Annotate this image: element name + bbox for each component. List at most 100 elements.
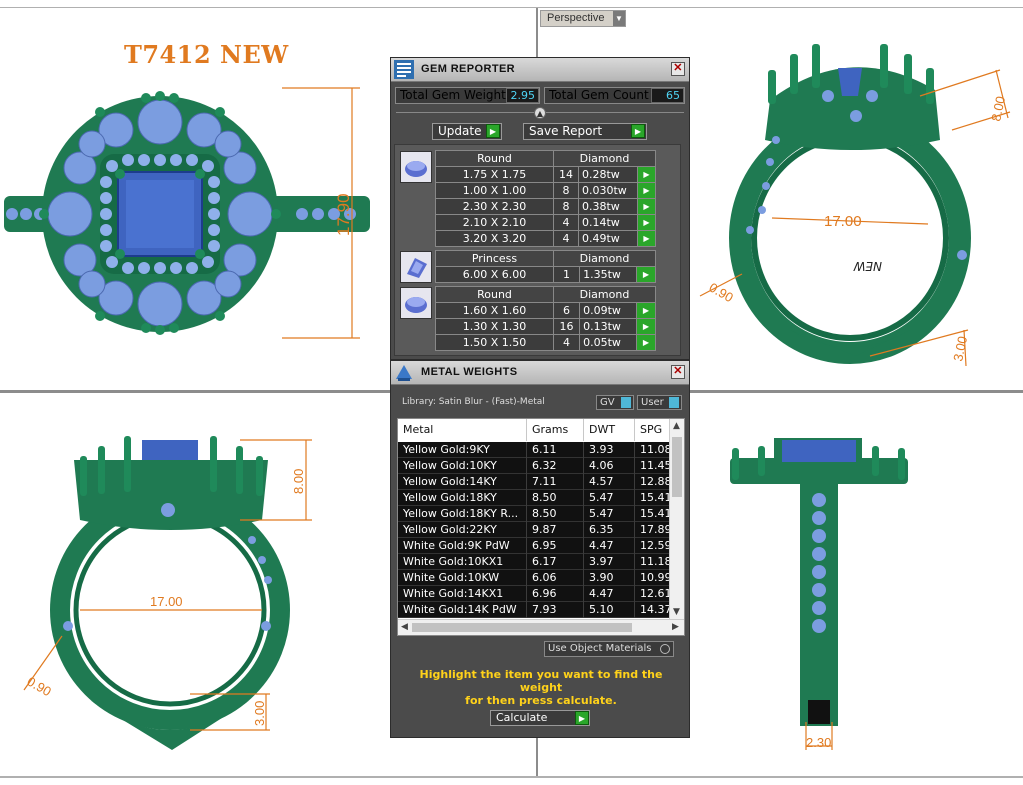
scroll-thumb[interactable] xyxy=(412,623,632,632)
play-icon[interactable]: ▶ xyxy=(636,214,657,231)
table-row[interactable]: Yellow Gold:18KY 8.50 5.47 15.41 xyxy=(398,490,670,506)
gem-count: 14 xyxy=(553,166,579,183)
use-object-materials-toggle[interactable]: Use Object Materials xyxy=(544,641,674,657)
play-icon[interactable]: ▶ xyxy=(636,334,656,351)
table-row[interactable]: Yellow Gold:10KY 6.32 4.06 11.45 xyxy=(398,458,670,474)
table-row[interactable]: Yellow Gold:18KY R... 8.50 5.47 15.41 xyxy=(398,506,670,522)
table-row[interactable]: Yellow Gold:22KY 9.87 6.35 17.89 xyxy=(398,522,670,538)
gem-weight: 0.28tw xyxy=(577,166,638,183)
calculate-button-label: Calculate xyxy=(496,711,548,724)
metal-weights-titlebar[interactable]: METAL WEIGHTS ✕ xyxy=(391,361,689,385)
table-row[interactable]: White Gold:14KX1 6.96 4.47 12.61 xyxy=(398,586,670,602)
gem-size: 1.75 X 1.75 xyxy=(435,166,554,183)
col-dwt[interactable]: DWT xyxy=(589,423,615,436)
play-icon[interactable]: ▶ xyxy=(575,711,589,725)
play-icon[interactable]: ▶ xyxy=(636,230,657,247)
gem-row[interactable]: 3.20 X 3.20 4 0.49tw ▶ xyxy=(435,230,657,247)
gem-group-1-shape: Round xyxy=(435,150,554,167)
col-metal[interactable]: Metal xyxy=(403,423,433,436)
gem-weight: 0.09tw xyxy=(579,302,637,319)
play-icon[interactable]: ▶ xyxy=(636,182,657,199)
play-icon[interactable]: ▶ xyxy=(636,318,656,335)
table-row[interactable]: White Gold:14K PdW 7.93 5.10 14.37 xyxy=(398,602,670,618)
instruction-line-2: for then press calculate. xyxy=(465,694,617,707)
scroll-right-icon[interactable]: ▶ xyxy=(672,622,679,632)
scroll-left-icon[interactable]: ◀ xyxy=(401,622,408,632)
gem-group-2-table: Princess Diamond 6.00 X 6.00 1 1.35tw ▶ xyxy=(435,250,656,283)
gem-row[interactable]: 2.10 X 2.10 4 0.14tw ▶ xyxy=(435,214,657,231)
col-grams[interactable]: Grams xyxy=(532,423,568,436)
library-label: Library: Satin Blur - (Fast)-Metal xyxy=(402,397,545,407)
update-button-label: Update xyxy=(438,124,482,138)
gem-weight: 0.14tw xyxy=(577,214,638,231)
dim-top-height: 17.90 xyxy=(334,193,353,236)
close-icon[interactable]: ✕ xyxy=(671,365,685,379)
gem-group-2-material: Diamond xyxy=(553,250,656,267)
dim-side-height-persp: 8.00 xyxy=(988,95,1008,123)
vertical-scrollbar[interactable]: ▲ ▼ xyxy=(669,419,684,621)
gem-row[interactable]: 1.60 X 1.60 6 0.09tw ▶ xyxy=(435,302,656,319)
gv-toggle[interactable]: GV xyxy=(596,395,634,410)
gem-size: 1.60 X 1.60 xyxy=(435,302,554,319)
metal-table[interactable]: Metal Grams DWT SPG Yellow Gold:9KY 6.11 3… xyxy=(397,418,685,636)
gem-size: 3.20 X 3.20 xyxy=(435,230,554,247)
gem-row[interactable]: 6.00 X 6.00 1 1.35tw ▶ xyxy=(435,266,656,283)
dim-side-width-persp: 17.00 xyxy=(824,213,862,230)
play-icon[interactable]: ▶ xyxy=(636,198,657,215)
gem-weight: 0.13tw xyxy=(579,318,637,335)
save-report-button[interactable]: Save Report xyxy=(523,123,647,140)
round-gem-icon xyxy=(400,287,432,319)
user-toggle[interactable]: User xyxy=(637,395,682,410)
gem-size: 2.10 X 2.10 xyxy=(435,214,554,231)
table-row[interactable]: White Gold:9K PdW 6.95 4.47 12.59 xyxy=(398,538,670,554)
gem-size: 6.00 X 6.00 xyxy=(435,266,554,283)
gem-row[interactable]: 2.30 X 2.30 8 0.38tw ▶ xyxy=(435,198,657,215)
gem-reporter-titlebar[interactable]: GEM REPORTER ✕ xyxy=(391,58,689,82)
gem-size: 1.30 X 1.30 xyxy=(435,318,554,335)
gem-count: 8 xyxy=(553,182,579,199)
play-icon[interactable]: ▶ xyxy=(631,124,645,138)
gem-group-1-material: Diamond xyxy=(553,150,656,167)
play-icon[interactable]: ▶ xyxy=(636,166,657,183)
total-gem-count-label: Total Gem Count xyxy=(549,88,649,102)
close-icon[interactable]: ✕ xyxy=(671,62,685,76)
total-gem-weight-label: Total Gem Weight xyxy=(400,88,506,102)
table-row[interactable]: White Gold:10KW 6.06 3.90 10.99 xyxy=(398,570,670,586)
gem-count: 16 xyxy=(552,318,581,335)
dim-thickness-front: 0.90 xyxy=(25,674,54,700)
scroll-down-icon[interactable]: ▼ xyxy=(673,607,680,617)
gem-row[interactable]: 1.00 X 1.00 8 0.030tw ▶ xyxy=(435,182,657,199)
scroll-up-icon[interactable]: ▲ xyxy=(673,421,680,431)
collapse-icon[interactable]: ▲ xyxy=(534,107,546,119)
gem-row[interactable]: 1.30 X 1.30 16 0.13tw ▶ xyxy=(435,318,656,335)
gem-weight: 0.49tw xyxy=(577,230,638,247)
table-row[interactable]: Yellow Gold:14KY 7.11 4.57 12.88 xyxy=(398,474,670,490)
table-row[interactable]: White Gold:10KX1 6.17 3.97 11.18 xyxy=(398,554,670,570)
gem-row[interactable]: 1.50 X 1.50 4 0.05tw ▶ xyxy=(435,334,656,351)
gem-row[interactable]: 1.75 X 1.75 14 0.28tw ▶ xyxy=(435,166,657,183)
table-row[interactable]: Yellow Gold:9KY 6.11 3.93 11.08 xyxy=(398,442,670,458)
gem-count: 6 xyxy=(552,302,581,319)
dim-shank-persp: 3.00 xyxy=(950,335,970,363)
gem-list: Round Diamond 1.75 X 1.75 14 0.28tw ▶ 1.00 … xyxy=(394,144,681,356)
princess-gem-icon xyxy=(400,251,432,283)
play-icon[interactable]: ▶ xyxy=(486,124,500,138)
gem-count: 4 xyxy=(553,214,579,231)
gem-group-3-shape: Round xyxy=(435,286,554,303)
scroll-thumb[interactable] xyxy=(672,437,682,497)
gem-weight: 0.05tw xyxy=(579,334,637,351)
gem-size: 1.50 X 1.50 xyxy=(435,334,554,351)
user-toggle-label: User xyxy=(641,397,664,408)
round-gem-icon xyxy=(400,151,432,183)
gem-weight: 1.35tw xyxy=(579,266,637,283)
ring-front-view: 17.00 8.00 0.90 3.00 xyxy=(23,436,312,750)
horizontal-scrollbar[interactable]: ◀ ▶ xyxy=(398,619,684,635)
col-spg[interactable]: SPG xyxy=(640,423,662,436)
gv-toggle-label: GV xyxy=(600,397,615,408)
gem-size: 1.00 X 1.00 xyxy=(435,182,554,199)
play-icon[interactable]: ▶ xyxy=(636,266,656,283)
dim-band-width: 2.30 xyxy=(806,735,831,750)
gem-group-3-material: Diamond xyxy=(553,286,656,303)
ring-perspective-view: NEW 17.00 8.00 0.90 3.00 xyxy=(699,44,1011,367)
play-icon[interactable]: ▶ xyxy=(636,302,656,319)
